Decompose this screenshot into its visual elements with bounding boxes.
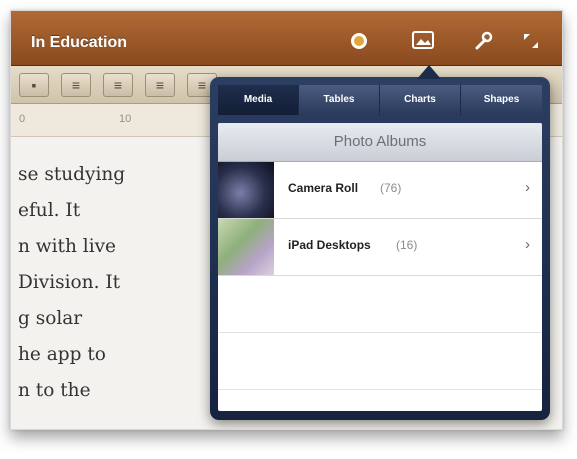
align-center-button[interactable]: ≡ bbox=[103, 73, 133, 97]
chevron-right-icon: › bbox=[525, 236, 530, 253]
info-icon[interactable] bbox=[347, 31, 371, 51]
align-right-button[interactable]: ≡ bbox=[145, 73, 175, 97]
image-icon[interactable] bbox=[411, 31, 435, 51]
fullscreen-icon[interactable] bbox=[519, 31, 543, 51]
text-line: n to the bbox=[18, 380, 91, 401]
toolbar: In Education bbox=[11, 11, 562, 66]
document-body[interactable]: se studying eful. It n with live Divisio… bbox=[18, 157, 218, 409]
album-name: Camera Roll bbox=[288, 181, 359, 195]
album-thumbnail bbox=[218, 162, 274, 218]
albums-panel: Photo Albums Camera Roll (76) › iPad Des… bbox=[218, 123, 542, 411]
ruler-mark: 0 bbox=[19, 113, 26, 125]
text-line: he app to bbox=[18, 344, 106, 365]
chevron-right-icon: › bbox=[525, 179, 530, 196]
album-count: (16) bbox=[396, 238, 418, 252]
album-row-ipad-desktops[interactable]: iPad Desktops (16) › bbox=[218, 219, 542, 276]
text-line: se studying bbox=[18, 164, 126, 185]
empty-row bbox=[218, 333, 542, 390]
empty-row bbox=[218, 276, 542, 333]
album-name: iPad Desktops bbox=[288, 238, 371, 252]
document-title: In Education bbox=[31, 34, 127, 51]
format-button-partial[interactable]: ▪ bbox=[19, 73, 49, 97]
text-line: eful. It bbox=[18, 200, 81, 221]
app-window: In Education ▪ ≡ ≡ ≡ ≡ 0 10 se studying … bbox=[10, 10, 563, 430]
album-row-camera-roll[interactable]: Camera Roll (76) › bbox=[218, 162, 542, 219]
text-line: n with live bbox=[18, 236, 117, 257]
text-line: g solar bbox=[18, 308, 83, 329]
panel-title: Photo Albums bbox=[218, 123, 542, 162]
popover-tabs: Media Tables Charts Shapes bbox=[218, 85, 542, 115]
tab-shapes[interactable]: Shapes bbox=[461, 85, 542, 115]
ruler-mark: 10 bbox=[119, 113, 132, 125]
tab-tables[interactable]: Tables bbox=[299, 85, 380, 115]
align-left-button[interactable]: ≡ bbox=[61, 73, 91, 97]
tab-media[interactable]: Media bbox=[218, 85, 299, 115]
popover-arrow bbox=[417, 65, 441, 79]
wrench-icon[interactable] bbox=[471, 31, 495, 51]
tab-charts[interactable]: Charts bbox=[380, 85, 461, 115]
album-thumbnail bbox=[218, 219, 274, 275]
media-popover: Media Tables Charts Shapes Photo Albums … bbox=[210, 77, 550, 420]
album-count: (76) bbox=[380, 181, 402, 195]
text-line: Division. It bbox=[18, 272, 121, 293]
